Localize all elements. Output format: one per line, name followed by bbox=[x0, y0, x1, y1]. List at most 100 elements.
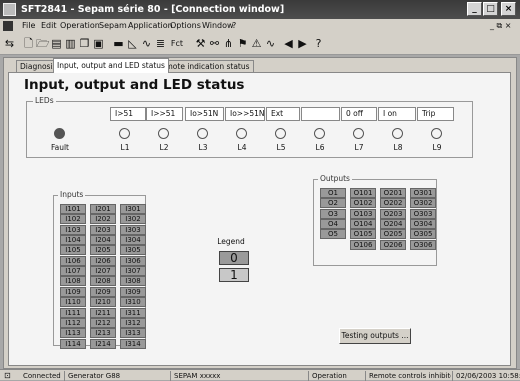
fct-button[interactable]: Fct bbox=[168, 37, 186, 50]
led-header-7: 0 off bbox=[341, 107, 377, 121]
menu-window[interactable]: Window bbox=[202, 19, 234, 33]
inputs-cell: I306 bbox=[120, 255, 146, 266]
copy-icon[interactable]: ❐ bbox=[78, 37, 91, 50]
led-l1 bbox=[119, 128, 130, 139]
new-icon[interactable]: 🗋 bbox=[22, 37, 35, 50]
outputs-cell: O1 bbox=[320, 188, 346, 198]
list-icon[interactable]: ≣ bbox=[154, 37, 167, 50]
paste-icon[interactable]: ▣ bbox=[92, 37, 105, 50]
outputs-cell: O103 bbox=[350, 208, 376, 219]
inputs-cell: I312 bbox=[120, 317, 146, 328]
document-icon[interactable] bbox=[3, 21, 13, 31]
inputs-cell: I206 bbox=[90, 255, 116, 266]
led-label-l1: L1 bbox=[120, 143, 130, 152]
help-icon[interactable]: ? bbox=[312, 37, 325, 50]
inputs-cell: I112 bbox=[60, 317, 86, 328]
inputs-cell: I104 bbox=[60, 235, 86, 246]
legend-label: Legend bbox=[217, 237, 245, 246]
inputs-cell: I313 bbox=[120, 328, 146, 339]
led-label-l8: L8 bbox=[393, 143, 403, 152]
outputs-cell: O101 bbox=[350, 188, 376, 198]
outputs-cell: O206 bbox=[380, 239, 406, 250]
outputs-cell: O3 bbox=[320, 208, 346, 219]
led-l3 bbox=[197, 128, 208, 139]
led-l6 bbox=[314, 128, 325, 139]
inputs-cell: I106 bbox=[60, 255, 86, 266]
menu-options[interactable]: Options bbox=[170, 19, 201, 33]
app-icon[interactable] bbox=[3, 3, 16, 16]
connect-icon[interactable]: ⇆ bbox=[3, 37, 16, 50]
monitor-icon[interactable]: ▬ bbox=[112, 37, 125, 50]
inputs-cell: I204 bbox=[90, 235, 116, 246]
outputs-cell: O5 bbox=[320, 229, 346, 240]
tab-io-led-status[interactable]: Input, output and LED status bbox=[53, 58, 169, 73]
led-label-l2: L2 bbox=[159, 143, 169, 152]
inputs-cell: I203 bbox=[90, 224, 116, 235]
flag-icon[interactable]: ⚑ bbox=[236, 37, 249, 50]
tree-icon[interactable]: ⋔ bbox=[222, 37, 235, 50]
title-bar[interactable]: SFT2841 - Sepam série 80 - [Connection w… bbox=[0, 0, 520, 19]
led-l8 bbox=[392, 128, 403, 139]
open-icon[interactable]: 🗁 bbox=[36, 37, 50, 50]
led-header-4: Io>>51N bbox=[225, 107, 265, 121]
inputs-cell: I201 bbox=[90, 204, 116, 214]
chart-icon[interactable]: ◺ bbox=[126, 37, 139, 50]
arrow-right-icon[interactable]: ▶ bbox=[296, 37, 309, 50]
menu-application[interactable]: Application bbox=[128, 19, 173, 33]
outputs-cell: O302 bbox=[410, 198, 436, 209]
close-button[interactable]: × bbox=[501, 2, 516, 16]
inputs-cell: I308 bbox=[120, 276, 146, 287]
inputs-cell: I301 bbox=[120, 204, 146, 214]
led-header-9: Trip bbox=[417, 107, 454, 121]
branch-icon[interactable]: ⚯ bbox=[208, 37, 221, 50]
mdi-controls[interactable]: _ ⧉ × bbox=[490, 19, 512, 33]
inputs-cell: I310 bbox=[120, 297, 146, 308]
menu-file[interactable]: File bbox=[22, 19, 35, 33]
outputs-cell: O2 bbox=[320, 198, 346, 209]
menu-help[interactable]: ? bbox=[232, 19, 236, 33]
inputs-cell: I208 bbox=[90, 276, 116, 287]
outputs-cell: O306 bbox=[410, 239, 436, 250]
outputs-cell: O304 bbox=[410, 219, 436, 230]
waveform-icon[interactable]: ∿ bbox=[264, 37, 277, 50]
save-icon[interactable]: ▤ bbox=[50, 37, 63, 50]
minimize-button[interactable]: _ bbox=[467, 2, 482, 16]
warning-icon[interactable]: ⚠ bbox=[250, 37, 263, 50]
led-header-6 bbox=[301, 107, 340, 121]
led-label-l3: L3 bbox=[198, 143, 208, 152]
outputs-cell: O104 bbox=[350, 219, 376, 230]
inputs-cell: I302 bbox=[120, 214, 146, 225]
print-icon[interactable]: ▥ bbox=[64, 37, 77, 50]
inputs-cell: I305 bbox=[120, 245, 146, 256]
inputs-cell: I309 bbox=[120, 286, 146, 297]
menu-sepam[interactable]: Sepam bbox=[99, 19, 127, 33]
menu-operation[interactable]: Operation bbox=[60, 19, 100, 33]
led-label-fault: Fault bbox=[51, 143, 69, 152]
led-header-5: Ext bbox=[266, 107, 300, 121]
led-l2 bbox=[158, 128, 169, 139]
outputs-cell: O106 bbox=[350, 239, 376, 250]
inputs-cell: I303 bbox=[120, 224, 146, 235]
outputs-group-label: Outputs bbox=[318, 174, 352, 183]
arrow-left-icon[interactable]: ◀ bbox=[282, 37, 295, 50]
graph-icon[interactable]: ∿ bbox=[140, 37, 153, 50]
inputs-cell: I214 bbox=[90, 338, 116, 349]
maximize-button[interactable]: □ bbox=[483, 2, 498, 16]
inputs-cell: I311 bbox=[120, 307, 146, 318]
testing-outputs-button[interactable]: Testing outputs ... bbox=[339, 328, 411, 344]
fault-led bbox=[54, 128, 65, 139]
outputs-cell: O202 bbox=[380, 198, 406, 209]
inputs-cell: I113 bbox=[60, 328, 86, 339]
outputs-cell: O105 bbox=[350, 229, 376, 240]
menu-edit[interactable]: Edit bbox=[41, 19, 57, 33]
inputs-cell: I114 bbox=[60, 338, 86, 349]
menu-bar: File Edit Operation Sepam Application Op… bbox=[0, 19, 520, 33]
led-label-l7: L7 bbox=[354, 143, 364, 152]
led-label-l4: L4 bbox=[237, 143, 247, 152]
led-header-3: Io>51N bbox=[185, 107, 224, 121]
leds-group-label: LEDs bbox=[33, 96, 56, 105]
toolbar: ⇆ 🗋 🗁 ▤ ▥ ❐ ▣ ▬ ◺ ∿ ≣ Fct ⚒ ⚯ ⋔ ⚑ ⚠ ∿ ◀ … bbox=[0, 33, 520, 55]
led-label-l6: L6 bbox=[315, 143, 325, 152]
tool-icon[interactable]: ⚒ bbox=[194, 37, 207, 50]
led-label-l9: L9 bbox=[432, 143, 442, 152]
